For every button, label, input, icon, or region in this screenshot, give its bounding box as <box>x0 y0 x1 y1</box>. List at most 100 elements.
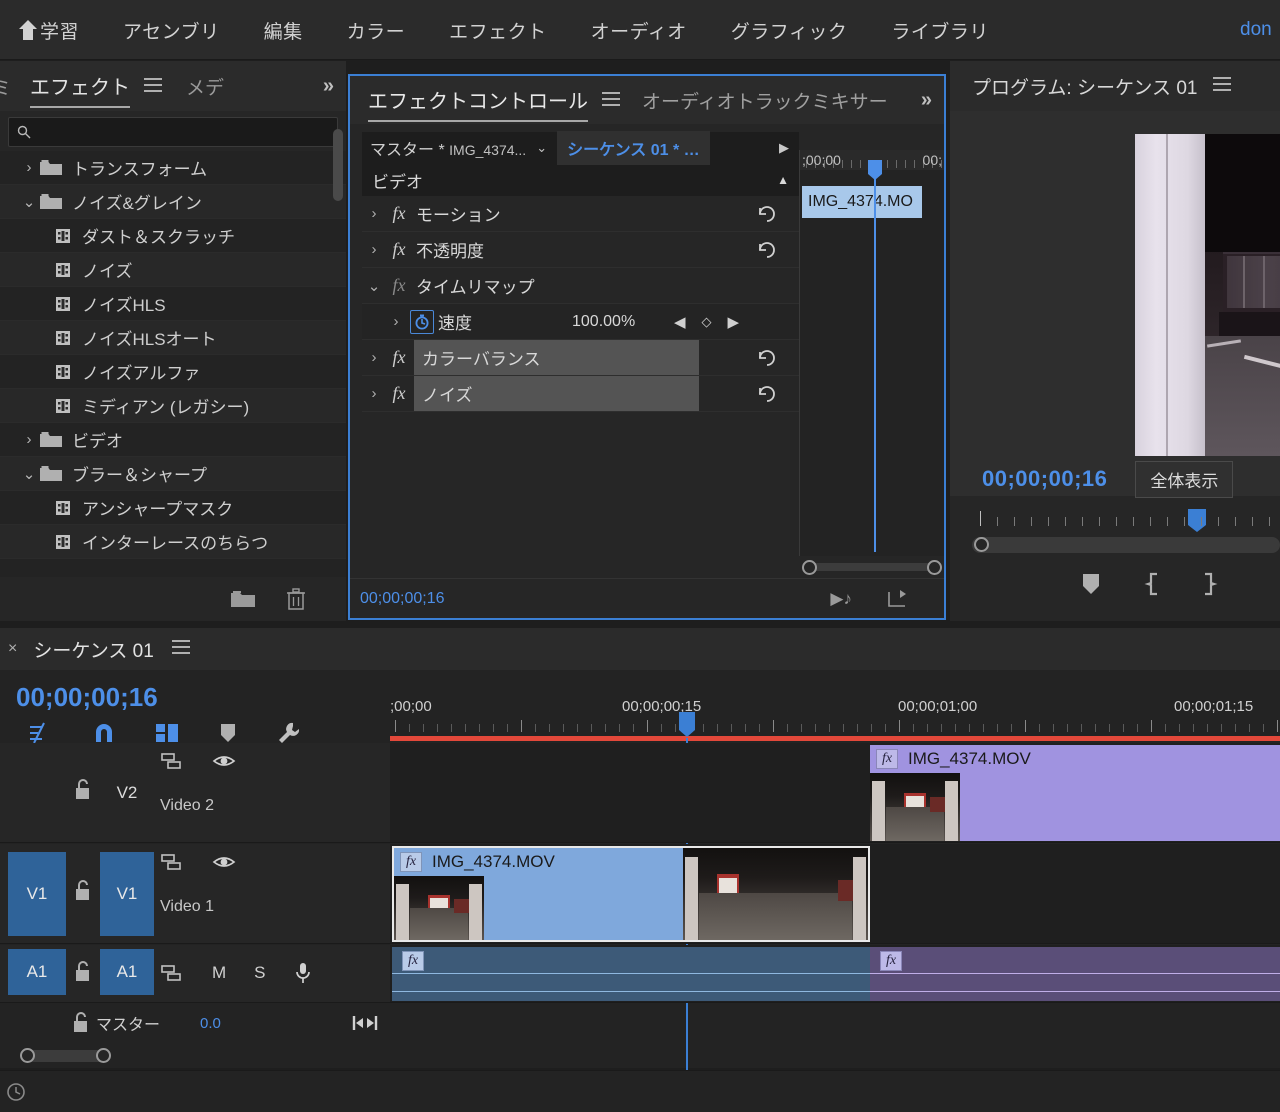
program-monitor-playhead[interactable] <box>1188 509 1206 532</box>
effect-property-row[interactable]: › fx ノイズ <box>362 376 799 412</box>
new-folder-icon[interactable] <box>230 589 256 609</box>
linked-selection-icon[interactable] <box>154 721 180 745</box>
master-clip-label[interactable]: マスター * IMG_4374... <box>362 136 526 160</box>
tab-media-browser[interactable]: メデ <box>186 73 224 100</box>
reset-parameter-icon[interactable] <box>757 241 777 259</box>
chevron-down-icon[interactable]: ⌄ <box>536 140 547 156</box>
effect-property-row[interactable]: › fx 不透明度 <box>362 232 799 268</box>
menu-item-learn[interactable]: 学習 <box>18 17 101 44</box>
track-number-a1[interactable]: A1 <box>100 949 154 995</box>
menu-item-color[interactable]: カラー <box>325 17 428 44</box>
tab-effects[interactable]: エフェクト <box>30 71 130 108</box>
chevron-right-icon[interactable]: › <box>362 241 386 258</box>
timeline-ruler[interactable]: ;00;00 00;00;00;15 00;00;01;00 00;00;01;15 <box>390 698 1280 738</box>
pan-icon[interactable] <box>352 1014 378 1032</box>
effects-item-row[interactable]: アンシャープマスク <box>0 491 346 525</box>
clip-v1-img4374[interactable]: fx IMG_4374.MOV <box>392 846 870 942</box>
chevron-right-icon[interactable]: › <box>362 385 386 402</box>
effects-folder-row[interactable]: › トランスフォーム <box>0 151 346 185</box>
chevron-right-icon[interactable]: › <box>362 349 386 366</box>
audio-clip-1[interactable]: fx <box>392 947 870 1001</box>
mini-timeline-clip[interactable]: IMG_4374.MO <box>802 186 922 218</box>
timeline-zoom-handle-left[interactable] <box>20 1048 35 1063</box>
wrench-icon[interactable] <box>276 721 302 745</box>
user-account-label[interactable]: don <box>1240 19 1280 41</box>
effects-item-row[interactable]: ノイズアルファ <box>0 355 346 389</box>
eye-icon[interactable] <box>212 752 236 770</box>
effect-property-row[interactable]: › 速度 100.00% ◀ ◇ ▶ <box>362 304 799 340</box>
unlock-icon[interactable] <box>72 1012 90 1034</box>
mark-in-icon[interactable] <box>1144 572 1164 596</box>
tab-audio-track-mixer[interactable]: オーディオトラックミキサー <box>642 87 888 114</box>
timeline-zoom-handle-right[interactable] <box>96 1048 111 1063</box>
effects-item-row[interactable]: ノイズHLS <box>0 287 346 321</box>
zoom-track[interactable] <box>810 563 934 571</box>
tab-effect-controls[interactable]: エフェクトコントロール <box>368 85 588 122</box>
eye-icon[interactable] <box>212 853 236 871</box>
mini-timeline-playhead[interactable] <box>874 172 876 552</box>
unlock-icon[interactable] <box>74 880 92 902</box>
audio-clip-2[interactable]: fx <box>870 947 1280 1001</box>
effects-folder-row[interactable]: ⌄ ブラー＆シャープ <box>0 457 346 491</box>
property-name-label[interactable]: ノイズ <box>414 376 699 411</box>
effects-item-row[interactable]: インターレースのちらつ <box>0 525 346 559</box>
effect-property-row[interactable]: › fx モーション <box>362 196 799 232</box>
collapse-triangle-icon[interactable]: ▲ <box>777 173 789 187</box>
tab-program-monitor[interactable]: プログラム: シーケンス 01 <box>972 73 1197 100</box>
effects-item-row[interactable]: ノイズHLSオート <box>0 321 346 355</box>
track-v1-clip-area[interactable]: fx IMG_4374.MOV <box>390 844 1280 943</box>
close-icon[interactable]: × <box>8 640 17 658</box>
timeline-zoom-bar[interactable] <box>8 1048 388 1064</box>
menu-item-graphics[interactable]: グラフィック <box>709 17 870 44</box>
program-monitor-stage[interactable] <box>950 111 1280 496</box>
fx-badge-icon[interactable]: fx <box>880 951 902 971</box>
menu-item-effects[interactable]: エフェクト <box>427 17 569 44</box>
chevron-down-icon[interactable]: ⌄ <box>18 465 40 483</box>
menu-item-editing[interactable]: 編集 <box>242 17 325 44</box>
property-value[interactable]: 100.00% <box>572 313 635 331</box>
track-a1-clip-area[interactable]: fx fx <box>390 945 1280 1002</box>
program-monitor-ruler[interactable] <box>950 509 1280 535</box>
reset-parameter-icon[interactable] <box>757 205 777 223</box>
effect-property-row[interactable]: › fx カラーバランス <box>362 340 799 376</box>
zoom-handle-right[interactable] <box>927 560 942 575</box>
tab-partial-hidden[interactable]: ミ <box>0 73 8 100</box>
track-v2-clip-area[interactable]: fx IMG_4374.MOV <box>390 743 1280 842</box>
chevron-right-icon[interactable]: › <box>362 205 386 222</box>
sync-lock-icon[interactable] <box>160 751 184 771</box>
effects-folder-row[interactable]: ⌄ ノイズ&グレイン <box>0 185 346 219</box>
effects-item-row[interactable]: ダスト＆スクラッチ <box>0 219 346 253</box>
history-clock-icon[interactable] <box>6 1081 28 1103</box>
sequence-selector[interactable]: シーケンス 01 * … <box>557 131 710 165</box>
sync-lock-icon[interactable] <box>160 963 184 983</box>
program-monitor-timecode[interactable]: 00;00;00;16 <box>982 466 1107 492</box>
program-monitor-scrubbar[interactable] <box>972 537 1280 553</box>
reset-parameter-icon[interactable] <box>757 385 777 403</box>
effects-item-row[interactable]: ミディアン (レガシー) <box>0 389 346 423</box>
fx-badge-icon[interactable]: fx <box>400 852 422 872</box>
next-keyframe-icon[interactable]: ▶ <box>728 313 740 331</box>
unlock-icon[interactable] <box>74 961 92 983</box>
chevron-down-icon[interactable]: ⌄ <box>18 193 40 211</box>
master-volume-value[interactable]: 0.0 <box>200 1015 221 1032</box>
video-section-header[interactable]: ビデオ ▲ <box>362 164 799 196</box>
effect-controls-menu-icon[interactable] <box>602 92 620 106</box>
fx-badge-icon[interactable]: fx <box>876 749 898 769</box>
snap-icon[interactable] <box>92 722 116 744</box>
trash-icon[interactable] <box>286 588 306 610</box>
loop-playback-icon[interactable] <box>886 589 908 609</box>
timeline-playhead-head[interactable] <box>679 712 695 737</box>
program-monitor-menu-icon[interactable] <box>1213 77 1232 95</box>
effects-search-box[interactable] <box>8 117 338 147</box>
effects-search-input[interactable] <box>37 124 317 140</box>
effect-property-row[interactable]: ⌄ fx タイムリマップ <box>362 268 799 304</box>
menu-item-audio[interactable]: オーディオ <box>569 17 709 44</box>
mic-icon[interactable] <box>294 961 312 985</box>
chevron-right-icon[interactable]: › <box>18 431 40 448</box>
solo-button[interactable]: S <box>254 963 265 983</box>
play-audio-icon[interactable]: ▶♪ <box>830 589 852 609</box>
effects-panel-menu-icon[interactable] <box>144 78 162 92</box>
timeline-playhead-timecode[interactable]: 00;00;00;16 <box>16 682 390 713</box>
track-number-v2[interactable]: V2 <box>100 751 154 835</box>
mark-out-icon[interactable] <box>1198 572 1218 596</box>
